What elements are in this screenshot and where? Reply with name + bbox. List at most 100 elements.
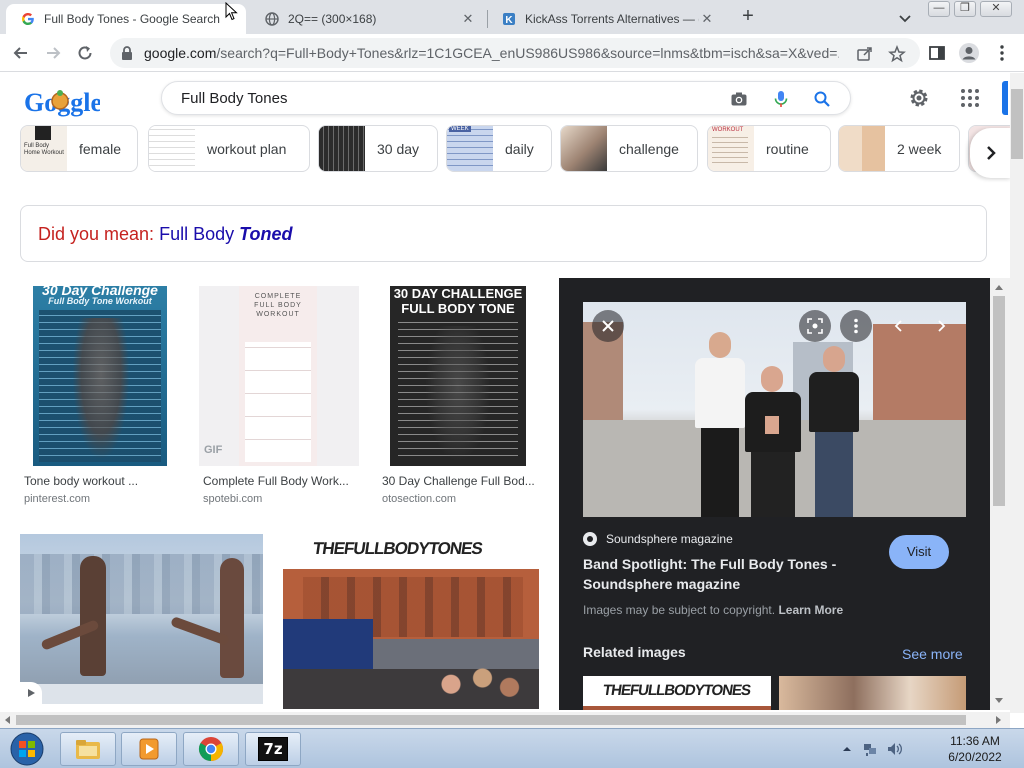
- bookmark-star-icon[interactable]: [888, 45, 906, 63]
- chip-2-week[interactable]: 2 week: [838, 125, 960, 172]
- camera-search-icon[interactable]: [730, 90, 748, 108]
- tab-google-search[interactable]: Full Body Tones - Google Search: [6, 4, 246, 34]
- chip-thumb-text: Full Body Home Workout: [24, 143, 64, 156]
- volume-icon[interactable]: [886, 741, 902, 757]
- search-icon[interactable]: [813, 90, 831, 108]
- panel-scrollbar-thumb[interactable]: [993, 296, 1005, 506]
- related-image-thumbnail[interactable]: THEFULLBODYTONES: [583, 676, 771, 710]
- chip-routine[interactable]: WORKOUT routine: [707, 125, 831, 172]
- result-image-banner-text: THEFULLBODYTONES: [311, 539, 484, 558]
- more-vert-icon: [854, 318, 858, 334]
- result-image: 30 DAY CHALLENGE FULL BODY TONE: [378, 286, 538, 466]
- visit-button[interactable]: Visit: [889, 535, 949, 569]
- network-icon[interactable]: [862, 741, 878, 757]
- did-you-mean-link[interactable]: Full Body Toned: [159, 224, 292, 244]
- chevron-right-icon: [938, 320, 946, 332]
- url-path: /search?q=Full+Body+Tones&rlz=1C1GCEA_en…: [216, 45, 839, 61]
- scroll-up-arrow-icon[interactable]: [993, 282, 1005, 292]
- share-icon[interactable]: [856, 45, 874, 63]
- page-vertical-scrollbar[interactable]: [1010, 73, 1024, 713]
- windows-start-orb-icon: [10, 732, 44, 766]
- minimize-button[interactable]: —: [928, 1, 950, 17]
- image-result[interactable]: 30 Day Challenge Full Body Tone Workout …: [20, 286, 180, 508]
- chip-challenge[interactable]: challenge: [560, 125, 698, 172]
- close-tab-icon[interactable]: ✕: [699, 11, 715, 27]
- new-tab-button[interactable]: +: [737, 6, 759, 28]
- settings-gear-icon[interactable]: [908, 87, 930, 109]
- google-header: Goggle Full Body Tones: [0, 73, 1010, 125]
- image-preview-panel: Soundsphere magazine Band Spotlight: The…: [559, 278, 990, 710]
- chevron-left-icon: [894, 320, 902, 332]
- profile-avatar-icon[interactable]: [958, 42, 980, 64]
- restore-button[interactable]: ❐: [954, 1, 976, 17]
- horizontal-scrollbar-thumb[interactable]: [16, 715, 966, 725]
- close-preview-button[interactable]: [592, 310, 624, 342]
- chrome-icon: [198, 737, 224, 761]
- previous-image-button[interactable]: [883, 310, 915, 342]
- result-image-text: COMPLETE: [254, 293, 302, 300]
- tab-image-2q[interactable]: 2Q== (300×168) ✕: [250, 4, 486, 34]
- menu-kebab-icon[interactable]: [994, 44, 1010, 62]
- result-image: [20, 534, 263, 704]
- back-arrow-icon: [13, 47, 27, 59]
- address-bar[interactable]: google.com/search?q=Full+Body+Tones&rlz=…: [110, 38, 920, 68]
- scroll-down-arrow-icon[interactable]: [993, 696, 1005, 706]
- result-image: 30 Day Challenge Full Body Tone Workout: [20, 286, 180, 466]
- tab-strip: Full Body Tones - Google Search 2Q== (30…: [0, 0, 1024, 34]
- taskbar-explorer-button[interactable]: [60, 732, 116, 766]
- taskbar-7zip-button[interactable]: 7z: [245, 732, 301, 766]
- search-box[interactable]: Full Body Tones: [161, 81, 851, 115]
- see-more-link[interactable]: See more: [902, 646, 963, 662]
- back-button[interactable]: [10, 42, 32, 64]
- taskbar-chrome-button[interactable]: [183, 732, 239, 766]
- related-thumb-text: THEFULLBODYTONES: [601, 682, 752, 699]
- google-doodle-logo[interactable]: Goggle: [24, 83, 100, 119]
- close-tab-icon[interactable]: ✕: [460, 11, 476, 27]
- tab-search-chevron-icon[interactable]: [896, 9, 914, 27]
- lens-search-button[interactable]: [799, 310, 831, 342]
- page-scrollbar-thumb[interactable]: [1011, 89, 1023, 159]
- image-result[interactable]: [20, 534, 263, 704]
- chip-daily[interactable]: WEEK daily: [446, 125, 552, 172]
- show-hidden-icons-icon[interactable]: [842, 744, 852, 754]
- tab-title: KickAss Torrents Alternatives — (: [525, 12, 699, 26]
- clock-time: 11:36 AM: [950, 734, 1000, 748]
- taskbar-clock[interactable]: 11:36 AM 6/20/2022: [940, 733, 1010, 765]
- chip-female[interactable]: Full Body Home Workout female: [20, 125, 138, 172]
- chips-scroll-right-button[interactable]: [970, 128, 1012, 178]
- preview-source[interactable]: Soundsphere magazine: [583, 532, 733, 546]
- google-apps-grid-icon[interactable]: [960, 88, 980, 108]
- chip-workout-plan[interactable]: workout plan: [148, 125, 310, 172]
- image-result[interactable]: 30 DAY CHALLENGE FULL BODY TONE 30 Day C…: [378, 286, 538, 508]
- chip-thumbnail: WORKOUT: [708, 126, 754, 171]
- chip-thumb-text: WORKOUT: [712, 127, 744, 133]
- reload-button[interactable]: [74, 42, 96, 64]
- copyright-notice: Images may be subject to copyright. Lear…: [583, 603, 843, 617]
- play-video-icon[interactable]: [20, 682, 42, 704]
- taskbar-media-player-button[interactable]: [121, 732, 177, 766]
- learn-more-link[interactable]: Learn More: [778, 603, 843, 617]
- chip-30-day[interactable]: 30 day: [318, 125, 438, 172]
- start-button[interactable]: [4, 730, 50, 768]
- forward-button[interactable]: [42, 42, 64, 64]
- preview-title-link[interactable]: Band Spotlight: The Full Body Tones - So…: [583, 554, 863, 594]
- close-window-button[interactable]: ✕: [980, 1, 1012, 17]
- microphone-icon[interactable]: [772, 90, 790, 108]
- image-result[interactable]: COMPLETE FULL BODY WORKOUT GIF Complete …: [199, 286, 359, 508]
- search-query: Full Body Tones: [181, 90, 288, 107]
- next-image-button[interactable]: [925, 310, 957, 342]
- image-result[interactable]: THEFULLBODYTONES: [283, 529, 539, 709]
- chip-label: 30 day: [377, 140, 420, 157]
- more-options-button[interactable]: [840, 310, 872, 342]
- related-image-thumbnail[interactable]: [779, 676, 966, 710]
- sign-in-button-edge[interactable]: [1002, 81, 1008, 115]
- result-source: pinterest.com: [24, 493, 91, 505]
- side-panel-icon[interactable]: [928, 44, 946, 62]
- result-title: Complete Full Body Work...: [203, 474, 349, 488]
- did-you-mean-label: Did you mean:: [38, 224, 155, 244]
- kickass-favicon-icon: K: [501, 11, 517, 27]
- lock-icon: [122, 46, 132, 60]
- scroll-left-arrow-icon[interactable]: [2, 714, 12, 726]
- tab-kickass[interactable]: K KickAss Torrents Alternatives — ( ✕: [487, 4, 725, 34]
- scroll-right-arrow-icon[interactable]: [994, 714, 1004, 726]
